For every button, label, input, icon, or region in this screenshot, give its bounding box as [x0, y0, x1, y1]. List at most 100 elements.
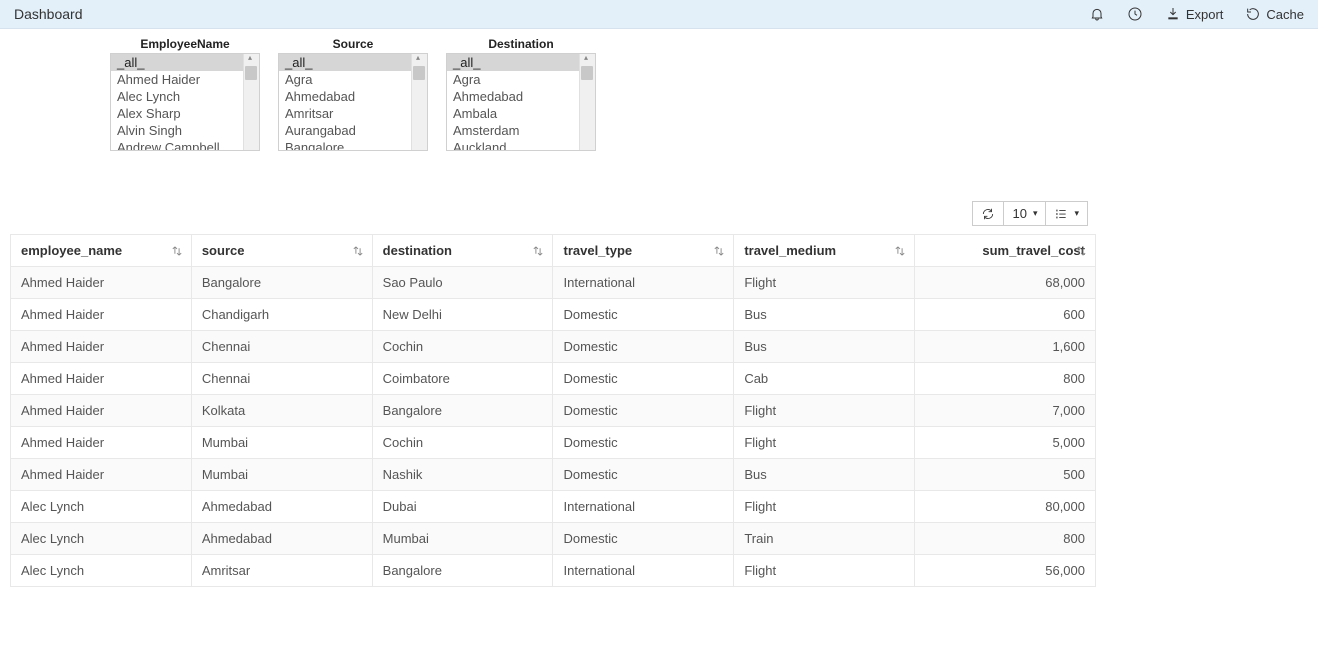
- list-item[interactable]: Auckland: [447, 139, 595, 151]
- cell-employee_name: Ahmed Haider: [11, 459, 192, 491]
- filter-block-2: Destination_all_AgraAhmedabadAmbalaAmste…: [446, 37, 596, 151]
- table-row[interactable]: Alec LynchAmritsarBangaloreInternational…: [11, 555, 1096, 587]
- cell-destination: Cochin: [372, 331, 553, 363]
- cell-source: Ahmedabad: [191, 491, 372, 523]
- cell-employee_name: Ahmed Haider: [11, 299, 192, 331]
- refresh-button[interactable]: [972, 201, 1004, 226]
- cell-destination: Dubai: [372, 491, 553, 523]
- reload-icon: [1245, 6, 1261, 22]
- scrollbar-thumb[interactable]: [413, 66, 425, 80]
- cell-source: Kolkata: [191, 395, 372, 427]
- column-header-travel_medium[interactable]: travel_medium: [734, 235, 915, 267]
- table-row[interactable]: Ahmed HaiderMumbaiNashikDomesticBus500: [11, 459, 1096, 491]
- cell-source: Chandigarh: [191, 299, 372, 331]
- list-item[interactable]: Alec Lynch: [111, 88, 259, 105]
- notifications-button[interactable]: [1089, 6, 1105, 22]
- table-row[interactable]: Ahmed HaiderBangaloreSao PauloInternatio…: [11, 267, 1096, 299]
- cell-source: Mumbai: [191, 427, 372, 459]
- filter-listbox-employeename[interactable]: _all_Ahmed HaiderAlec LynchAlex SharpAlv…: [110, 53, 260, 151]
- list-item[interactable]: Agra: [447, 71, 595, 88]
- table-row[interactable]: Ahmed HaiderChandigarhNew DelhiDomesticB…: [11, 299, 1096, 331]
- filter-block-1: Source _all_AgraAhmedabadAmritsarAurangab…: [278, 37, 428, 151]
- list-item[interactable]: Ahmedabad: [279, 88, 427, 105]
- column-header-travel_type[interactable]: travel_type: [553, 235, 734, 267]
- list-item[interactable]: Agra: [279, 71, 427, 88]
- cell-travel_medium: Cab: [734, 363, 915, 395]
- filters-row: EmployeeName_all_Ahmed HaiderAlec LynchA…: [0, 29, 1318, 161]
- scrollbar[interactable]: [411, 54, 427, 150]
- cell-travel_type: Domestic: [553, 299, 734, 331]
- list-item[interactable]: Andrew Campbell: [111, 139, 259, 151]
- table-row[interactable]: Ahmed HaiderMumbaiCochinDomesticFlight5,…: [11, 427, 1096, 459]
- cell-source: Mumbai: [191, 459, 372, 491]
- cell-destination: Cochin: [372, 427, 553, 459]
- cell-sum_travel_cost: 500: [915, 459, 1096, 491]
- list-item[interactable]: _all_: [111, 54, 259, 71]
- cell-sum_travel_cost: 800: [915, 363, 1096, 395]
- scrollbar-thumb[interactable]: [581, 66, 593, 80]
- list-item[interactable]: Amsterdam: [447, 122, 595, 139]
- column-header-employee_name[interactable]: employee_name: [11, 235, 192, 267]
- sort-icon: [1075, 244, 1087, 258]
- cell-source: Amritsar: [191, 555, 372, 587]
- bell-icon: [1089, 6, 1105, 22]
- scrollbar[interactable]: [579, 54, 595, 150]
- cell-travel_type: International: [553, 555, 734, 587]
- cell-sum_travel_cost: 56,000: [915, 555, 1096, 587]
- view-options-button[interactable]: ▾: [1046, 201, 1088, 226]
- export-label: Export: [1186, 7, 1224, 22]
- cell-travel_type: Domestic: [553, 331, 734, 363]
- list-item[interactable]: Alex Sharp: [111, 105, 259, 122]
- list-item[interactable]: Ambala: [447, 105, 595, 122]
- list-item[interactable]: Aurangabad: [279, 122, 427, 139]
- cell-employee_name: Alec Lynch: [11, 555, 192, 587]
- scrollbar[interactable]: [243, 54, 259, 150]
- history-button[interactable]: [1127, 6, 1143, 22]
- cell-travel_medium: Flight: [734, 555, 915, 587]
- refresh-icon: [981, 207, 995, 221]
- filter-listbox-destination[interactable]: _all_AgraAhmedabadAmbalaAmsterdamAucklan…: [446, 53, 596, 151]
- table-row[interactable]: Ahmed HaiderChennaiCochinDomesticBus1,60…: [11, 331, 1096, 363]
- list-item[interactable]: Amritsar: [279, 105, 427, 122]
- table-toolbar: 10 ▾ ▾: [0, 161, 1318, 234]
- cell-travel_type: Domestic: [553, 363, 734, 395]
- cache-button[interactable]: Cache: [1245, 6, 1304, 22]
- cell-source: Ahmedabad: [191, 523, 372, 555]
- cell-sum_travel_cost: 80,000: [915, 491, 1096, 523]
- cell-source: Chennai: [191, 331, 372, 363]
- column-header-destination[interactable]: destination: [372, 235, 553, 267]
- column-label: employee_name: [21, 243, 122, 258]
- export-button[interactable]: Export: [1165, 6, 1224, 22]
- cell-employee_name: Ahmed Haider: [11, 331, 192, 363]
- list-item[interactable]: Alvin Singh: [111, 122, 259, 139]
- list-item[interactable]: Ahmed Haider: [111, 71, 259, 88]
- cell-source: Bangalore: [191, 267, 372, 299]
- scrollbar-thumb[interactable]: [245, 66, 257, 80]
- column-label: travel_medium: [744, 243, 836, 258]
- list-item[interactable]: _all_: [279, 54, 427, 71]
- column-header-sum_travel_cost[interactable]: sum_travel_cost: [915, 235, 1096, 267]
- cell-sum_travel_cost: 7,000: [915, 395, 1096, 427]
- cell-destination: New Delhi: [372, 299, 553, 331]
- cell-employee_name: Ahmed Haider: [11, 427, 192, 459]
- table-row[interactable]: Alec LynchAhmedabadDubaiInternationalFli…: [11, 491, 1096, 523]
- filter-label: Source: [333, 37, 374, 51]
- list-item[interactable]: Ahmedabad: [447, 88, 595, 105]
- topbar-actions: Export Cache: [1089, 6, 1304, 22]
- table-row[interactable]: Ahmed HaiderKolkataBangaloreDomesticFlig…: [11, 395, 1096, 427]
- cell-sum_travel_cost: 600: [915, 299, 1096, 331]
- cell-travel_medium: Bus: [734, 331, 915, 363]
- table-row[interactable]: Alec LynchAhmedabadMumbaiDomesticTrain80…: [11, 523, 1096, 555]
- column-header-source[interactable]: source: [191, 235, 372, 267]
- filter-listbox-source[interactable]: _all_AgraAhmedabadAmritsarAurangabadBang…: [278, 53, 428, 151]
- cell-travel_type: International: [553, 267, 734, 299]
- page-size-select[interactable]: 10 ▾: [1004, 201, 1046, 226]
- list-item[interactable]: _all_: [447, 54, 595, 71]
- cell-destination: Bangalore: [372, 555, 553, 587]
- table-body: Ahmed HaiderBangaloreSao PauloInternatio…: [11, 267, 1096, 587]
- table-row[interactable]: Ahmed HaiderChennaiCoimbatoreDomesticCab…: [11, 363, 1096, 395]
- list-item[interactable]: Bangalore: [279, 139, 427, 151]
- sort-icon: [894, 244, 906, 258]
- cell-travel_medium: Flight: [734, 395, 915, 427]
- column-label: sum_travel_cost: [982, 243, 1085, 258]
